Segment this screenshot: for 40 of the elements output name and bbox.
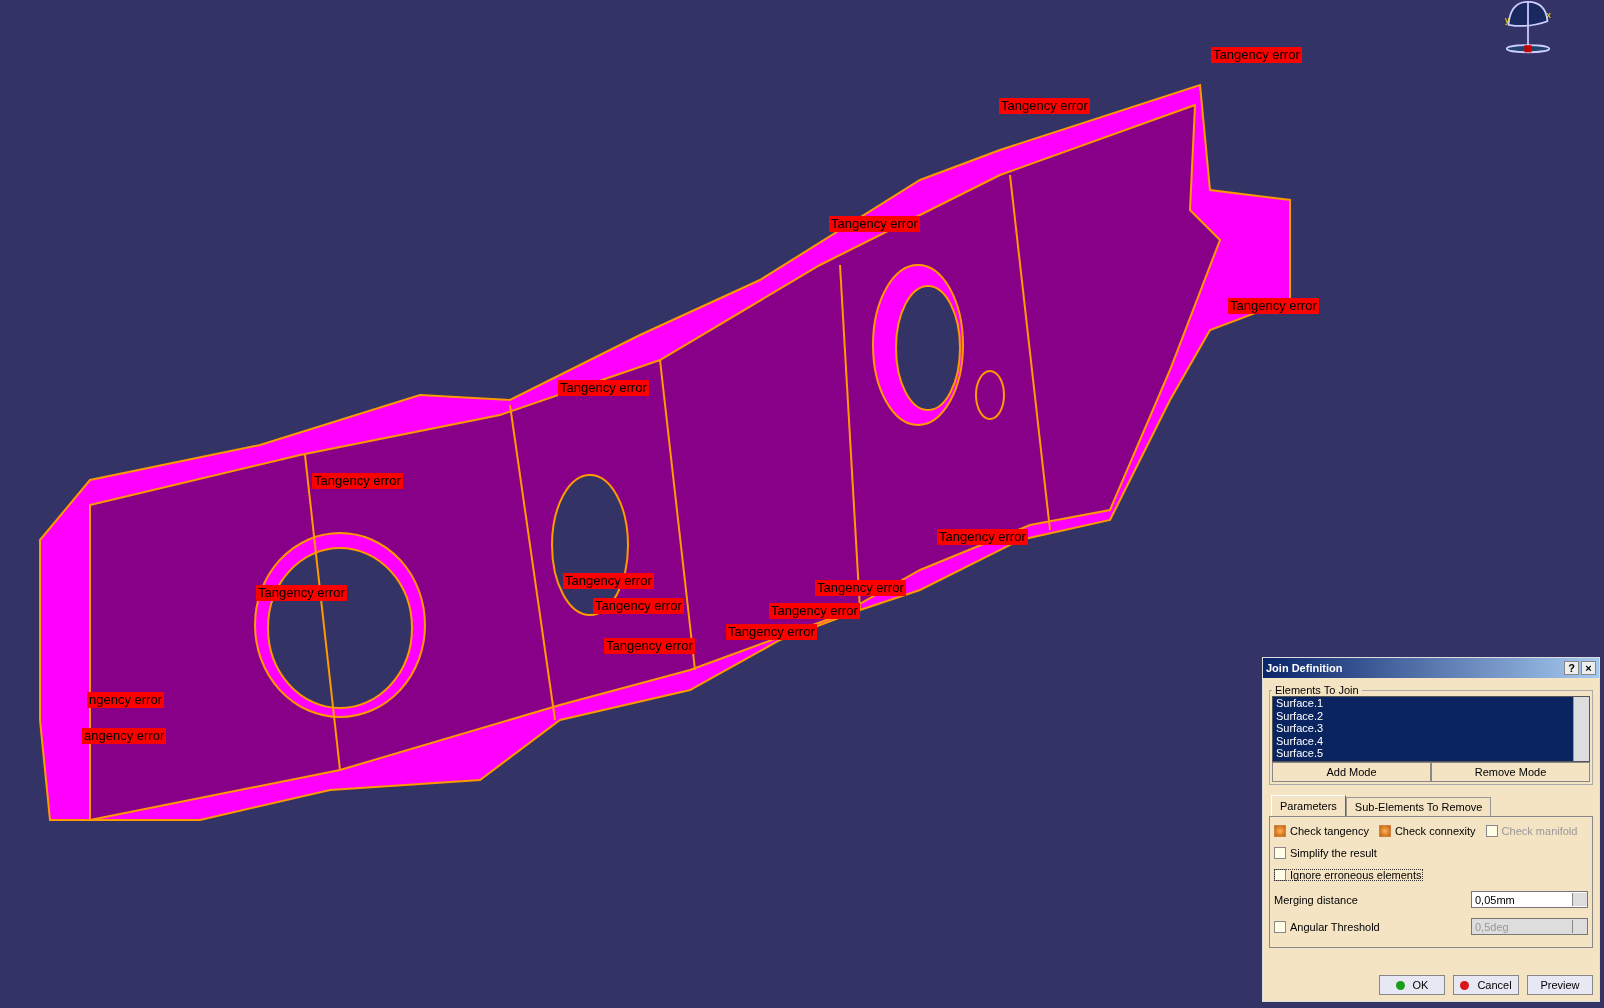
- tangency-error-label: Tangency error: [1211, 47, 1302, 63]
- list-item[interactable]: Surface.2: [1276, 709, 1573, 723]
- field-label: Merging distance: [1274, 893, 1358, 906]
- tangency-error-label: Tangency error: [312, 473, 403, 489]
- mode-button[interactable]: Remove Mode: [1431, 762, 1590, 782]
- checkbox[interactable]: Check tangency: [1274, 825, 1369, 837]
- tangency-error-label: ngency error: [87, 692, 164, 708]
- list-item[interactable]: Surface.3: [1276, 722, 1573, 735]
- ok-button[interactable]: OK: [1379, 975, 1445, 995]
- tangency-error-label: Tangency error: [829, 216, 920, 232]
- cancel-button[interactable]: Cancel: [1453, 975, 1519, 995]
- close-button[interactable]: ×: [1581, 661, 1596, 675]
- checkbox[interactable]: Ignore erroneous elements: [1274, 869, 1424, 881]
- list-item[interactable]: Surface.1: [1276, 697, 1573, 710]
- dialog-title: Join Definition: [1266, 662, 1344, 674]
- list-item[interactable]: Surface.4: [1276, 734, 1573, 748]
- checkbox[interactable]: Check connexity: [1378, 825, 1476, 837]
- tangency-error-label: Tangency error: [769, 603, 860, 619]
- tangency-error-label: Tangency error: [604, 638, 695, 654]
- tangency-error-label: Tangency error: [815, 580, 906, 596]
- group-label: Elements To Join: [1274, 684, 1360, 696]
- help-button[interactable]: ?: [1564, 661, 1579, 675]
- list-item[interactable]: Surface.5: [1276, 747, 1573, 760]
- merging-distance-field[interactable]: 0,05mm: [1471, 891, 1588, 908]
- mode-button[interactable]: Add Mode: [1272, 762, 1431, 782]
- tangency-error-label: angency error: [82, 728, 167, 744]
- preview-button[interactable]: Preview: [1527, 975, 1593, 995]
- tangency-error-label: Tangency error: [593, 598, 684, 614]
- tab[interactable]: Sub-Elements To Remove: [1345, 797, 1492, 816]
- tangency-error-label: Tangency error: [937, 529, 1028, 545]
- tab[interactable]: Parameters: [1271, 795, 1346, 816]
- scroll-bar[interactable]: [1573, 697, 1589, 761]
- tangency-error-label: Tangency error: [558, 380, 649, 396]
- compass-drawing: y x: [1498, 0, 1558, 62]
- tangency-error-label: Tangency error: [999, 98, 1090, 114]
- tangency-error-label: Tangency error: [1228, 298, 1319, 314]
- tangency-error-label: Tangency error: [726, 624, 817, 640]
- tangency-error-label: Tangency error: [256, 585, 347, 601]
- tangency-error-label: Tangency error: [563, 573, 654, 589]
- checkbox[interactable]: Simplify the result: [1274, 847, 1588, 859]
